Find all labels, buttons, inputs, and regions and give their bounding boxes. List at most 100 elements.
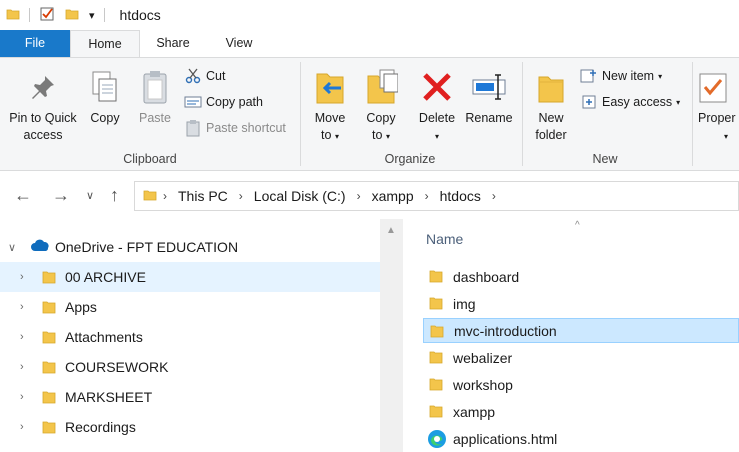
pin-label-line2: access xyxy=(23,128,63,142)
chevron-right-icon[interactable]: › xyxy=(239,189,243,203)
chevron-right-icon[interactable]: › xyxy=(492,189,496,203)
folder-icon xyxy=(429,350,443,367)
folder-icon xyxy=(42,270,56,287)
chevron-right-icon[interactable]: › xyxy=(20,331,24,343)
new-folder-label-line1: New xyxy=(538,111,564,125)
nav-pane-scrollbar[interactable]: ▲ xyxy=(380,219,403,452)
chevron-right-icon[interactable]: › xyxy=(20,421,24,433)
paste-shortcut-icon xyxy=(184,119,202,137)
nav-item-label: MARKSHEET xyxy=(65,389,153,405)
pin-to-quick-access-button[interactable]: Pin to Quick access xyxy=(4,64,82,144)
navigation-pane: ∨ OneDrive - FPT EDUCATION › 00 ARCHIVE … xyxy=(0,219,403,452)
delete-x-icon xyxy=(414,64,460,110)
file-name: xampp xyxy=(453,403,496,420)
column-header-name[interactable]: Name xyxy=(426,231,463,247)
nav-item-attachments[interactable]: › Attachments xyxy=(0,322,380,352)
nav-item-marksheet[interactable]: › MARKSHEET xyxy=(0,382,380,412)
folder-icon xyxy=(429,296,443,313)
nav-item-onedrive[interactable]: ∨ OneDrive - FPT EDUCATION xyxy=(0,232,380,262)
copy-path-label: Copy path xyxy=(206,95,263,109)
properties-check-icon[interactable] xyxy=(39,6,55,25)
move-to-button[interactable]: Move to ▾ xyxy=(306,64,354,145)
properties-button[interactable]: Proper ▾ xyxy=(698,64,739,145)
file-name: applications.html xyxy=(453,430,558,447)
tab-share[interactable]: Share xyxy=(148,30,198,58)
breadcrumb-xampp[interactable]: xampp xyxy=(372,188,414,204)
cut-button[interactable]: Cut xyxy=(184,65,225,87)
nav-item-recordings[interactable]: › Recordings xyxy=(0,412,380,442)
easy-access-button[interactable]: Easy access ▾ xyxy=(580,91,680,113)
breadcrumb-htdocs[interactable]: htdocs xyxy=(440,188,481,204)
navigation-bar: ← → ∨ ↑ › This PC › Local Disk (C:) › xa… xyxy=(0,171,739,219)
new-item-button[interactable]: New item ▾ xyxy=(580,65,662,87)
paste-label: Paste xyxy=(139,111,171,125)
new-folder-button[interactable]: New folder xyxy=(528,64,574,144)
folder-icon xyxy=(143,188,157,205)
nav-item-label: OneDrive - FPT EDUCATION xyxy=(55,239,239,255)
properties-caret: ▾ xyxy=(724,132,729,141)
pin-label-line1: Pin to Quick xyxy=(9,111,77,125)
rename-label: Rename xyxy=(465,111,513,125)
file-list: ^ Name dashboard img mvc-introduction we… xyxy=(403,219,739,452)
copy-to-label-line1: Copy xyxy=(366,111,396,125)
chevron-right-icon[interactable]: › xyxy=(357,189,361,203)
file-row[interactable]: applications.html xyxy=(423,426,739,451)
copy-label: Copy xyxy=(90,111,120,125)
tab-file[interactable]: File xyxy=(0,30,70,58)
new-folder-quick-icon[interactable] xyxy=(65,7,79,24)
paste-shortcut-label: Paste shortcut xyxy=(206,121,286,135)
delete-button[interactable]: Delete ▾ xyxy=(414,64,460,145)
folder-icon xyxy=(42,300,56,317)
paste-shortcut-button[interactable]: Paste shortcut xyxy=(184,117,286,139)
tab-view[interactable]: View xyxy=(214,30,264,58)
nav-item-coursework[interactable]: › COURSEWORK xyxy=(0,352,380,382)
pin-icon xyxy=(4,64,82,110)
file-row[interactable]: workshop xyxy=(423,372,739,397)
address-bar[interactable]: › This PC › Local Disk (C:) › xampp › ht… xyxy=(134,181,739,211)
chevron-right-icon[interactable]: › xyxy=(20,361,24,373)
file-name: mvc-introduction xyxy=(454,322,557,339)
chevron-down-icon[interactable]: ∨ xyxy=(8,241,16,254)
back-arrow-icon[interactable]: ← xyxy=(14,185,32,206)
cloud-icon xyxy=(30,238,50,255)
title-bar: ▾ htdocs xyxy=(0,0,739,30)
chevron-right-icon[interactable]: › xyxy=(425,189,429,203)
copy-to-button[interactable]: Copy to ▾ xyxy=(358,64,404,145)
customize-toolbar-icon[interactable]: ▾ xyxy=(89,9,95,22)
forward-arrow-icon[interactable]: → xyxy=(52,185,70,206)
nav-item-apps[interactable]: › Apps xyxy=(0,292,380,322)
breadcrumb-local-disk[interactable]: Local Disk (C:) xyxy=(254,188,346,204)
paste-button[interactable]: Paste xyxy=(134,64,176,127)
folder-icon xyxy=(42,360,56,377)
chevron-right-icon[interactable]: › xyxy=(163,189,167,203)
organize-group-label: Organize xyxy=(384,152,436,166)
folder-icon xyxy=(429,404,443,421)
delete-label: Delete xyxy=(418,111,456,125)
file-row-selected[interactable]: mvc-introduction xyxy=(423,318,739,343)
nav-item-00-archive[interactable]: › 00 ARCHIVE xyxy=(0,262,380,292)
copy-path-button[interactable]: Copy path xyxy=(184,91,263,113)
properties-icon xyxy=(698,64,739,110)
file-row[interactable]: webalizer xyxy=(423,345,739,370)
ribbon-divider xyxy=(692,62,693,166)
easy-access-icon xyxy=(580,93,598,111)
delete-caret: ▾ xyxy=(434,132,439,141)
rename-button[interactable]: Rename xyxy=(462,64,516,127)
folder-icon xyxy=(42,390,56,407)
tab-home[interactable]: Home xyxy=(70,30,140,58)
scroll-up-icon[interactable]: ▲ xyxy=(386,225,396,236)
breadcrumb-this-pc[interactable]: This PC xyxy=(178,188,228,204)
ribbon-divider xyxy=(522,62,523,166)
file-row[interactable]: xampp xyxy=(423,399,739,424)
chevron-right-icon[interactable]: › xyxy=(20,271,24,283)
recent-locations-chevron-icon[interactable]: ∨ xyxy=(86,189,94,202)
file-row[interactable]: img xyxy=(423,291,739,316)
easy-access-label: Easy access xyxy=(602,95,673,109)
copy-button[interactable]: Copy xyxy=(84,64,126,127)
up-arrow-icon[interactable]: ↑ xyxy=(110,185,119,206)
chevron-right-icon[interactable]: › xyxy=(20,391,24,403)
nav-item-label: Recordings xyxy=(65,419,136,435)
chevron-right-icon[interactable]: › xyxy=(20,301,24,313)
file-row[interactable]: dashboard xyxy=(423,264,739,289)
copy-to-icon xyxy=(358,64,404,110)
